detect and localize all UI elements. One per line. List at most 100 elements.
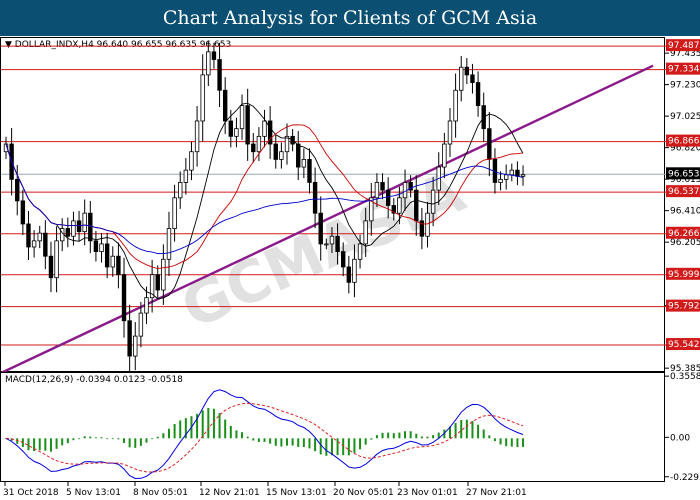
candle-body-23 — [133, 335, 138, 357]
level-price-box-4 — [666, 226, 700, 239]
candle-body-68 — [385, 189, 391, 206]
candle-body-54 — [307, 158, 312, 183]
macd-histogram-bar-90 — [510, 438, 513, 447]
candle-body-62 — [352, 258, 357, 283]
macd-histogram-bar-68 — [387, 432, 390, 439]
candle-body-2 — [15, 178, 20, 202]
macd-histogram-bar-13 — [78, 438, 81, 440]
macd-histogram-bar-86 — [488, 435, 491, 439]
candle-body-46 — [262, 120, 267, 137]
macd-histogram-bar-74 — [420, 436, 423, 439]
candle-body-37 — [211, 51, 217, 60]
macd-histogram-bar-10 — [61, 438, 64, 446]
macd-histogram-bar-19 — [111, 438, 114, 440]
macd-histogram-bar-61 — [347, 438, 350, 456]
level-price-label-2: 96.866 — [668, 137, 700, 147]
macd-tick-label-2: -0.2295 — [670, 473, 700, 483]
candle-body-63 — [357, 243, 363, 260]
macd-histogram-bar-84 — [477, 424, 480, 439]
candle-body-89 — [503, 174, 509, 180]
macd-histogram-bar-63 — [359, 438, 362, 450]
candle-body-11 — [65, 228, 71, 237]
candle-body-28 — [161, 258, 166, 291]
candle-body-5 — [31, 240, 37, 248]
macd-histogram-bar-16 — [94, 437, 97, 439]
candle-body-3 — [20, 200, 26, 225]
macd-histogram-bar-12 — [72, 438, 75, 441]
macd-panel: MACD(12,26,9) -0.0394 0.0123 -0.0518 — [0, 372, 665, 482]
level-price-label-7: 95.542 — [668, 340, 700, 350]
candle-body-20 — [116, 255, 121, 276]
x-tick-label-2: 8 Nov 05:01 — [133, 488, 188, 498]
candle-body-38 — [217, 59, 222, 91]
candle-body-78 — [442, 143, 447, 168]
macd-histogram-bar-56 — [319, 438, 322, 455]
level-price-label-5: 95.999 — [668, 270, 700, 280]
level-price-box-3 — [666, 185, 700, 198]
candle-body-81 — [459, 66, 464, 91]
macd-histogram-bar-57 — [325, 438, 328, 456]
candle-body-70 — [397, 197, 402, 214]
candle-body-56 — [318, 212, 323, 245]
candle-body-57 — [324, 243, 329, 246]
macd-histogram-bar-81 — [460, 419, 463, 439]
candle-body-42 — [239, 105, 245, 130]
macd-histogram-bar-45 — [257, 438, 260, 442]
macd-histogram-bar-75 — [426, 436, 429, 439]
macd-histogram-bar-23 — [134, 438, 137, 448]
level-price-box-6 — [666, 299, 700, 312]
candle-body-73 — [414, 189, 419, 222]
macd-histogram-bar-60 — [342, 438, 345, 456]
macd-histogram-bar-6 — [38, 438, 41, 451]
level-price-box-2 — [666, 134, 700, 147]
macd-histogram-bar-59 — [336, 438, 339, 456]
x-tick-label-5: 20 Nov 05:01 — [333, 488, 394, 498]
candle-body-53 — [301, 158, 307, 168]
candle-body-67 — [380, 182, 385, 191]
price-tick-label-1: 97.230 — [670, 81, 700, 91]
macd-histogram-bar-4 — [27, 438, 30, 451]
macd-histogram-bar-15 — [89, 436, 92, 439]
macd-histogram-bar-21 — [123, 438, 126, 444]
level-price-label-0: 97.487 — [668, 41, 700, 51]
candle-body-52 — [296, 143, 301, 168]
x-tick-label-1: 5 Nov 13:01 — [66, 488, 121, 498]
macd-histogram-bar-54 — [308, 438, 311, 449]
candle-body-9 — [54, 240, 59, 279]
level-price-box-7 — [666, 338, 700, 351]
candle-body-88 — [498, 178, 503, 183]
macd-tick-label-1: 0.00 — [670, 433, 690, 443]
candle-body-45 — [256, 135, 262, 153]
macd-chart-svg — [5, 389, 525, 480]
macd-histogram-bar-41 — [235, 430, 238, 439]
macd-histogram-bar-39 — [224, 419, 227, 439]
chart-title-banner: Chart Analysis for Clients of GCM Asia — [0, 0, 700, 36]
level-price-box-5 — [666, 267, 700, 280]
candle-body-84 — [475, 82, 481, 107]
candle-body-86 — [487, 128, 492, 160]
candle-body-27 — [155, 274, 160, 291]
candle-body-79 — [447, 120, 453, 145]
candle-body-39 — [222, 89, 228, 122]
macd-histogram-bar-49 — [280, 438, 283, 447]
candle-body-44 — [251, 143, 256, 153]
candle-body-33 — [189, 151, 194, 171]
candle-body-6 — [37, 232, 42, 242]
level-price-label-3: 96.537 — [668, 187, 700, 197]
price-tick-label-8: 95.385 — [670, 364, 700, 374]
candle-body-7 — [43, 232, 48, 257]
macd-histogram-bar-38 — [218, 413, 221, 439]
macd-histogram-bar-11 — [66, 438, 69, 444]
candle-body-40 — [228, 120, 233, 137]
macd-histogram-bar-89 — [505, 438, 508, 447]
macd-histogram-bar-20 — [117, 438, 120, 440]
macd-histogram-bar-43 — [246, 436, 249, 439]
macd-histogram-bar-37 — [212, 408, 215, 439]
candle-body-17 — [99, 243, 104, 253]
macd-histogram-bar-24 — [139, 438, 142, 446]
macd-histogram-bar-62 — [353, 438, 356, 453]
macd-tick-label-0: 0.3558 — [670, 372, 700, 382]
macd-histogram-bar-14 — [83, 436, 86, 439]
level-price-box-1 — [666, 62, 700, 75]
x-tick-label-0: 31 Oct 2018 — [3, 488, 59, 498]
